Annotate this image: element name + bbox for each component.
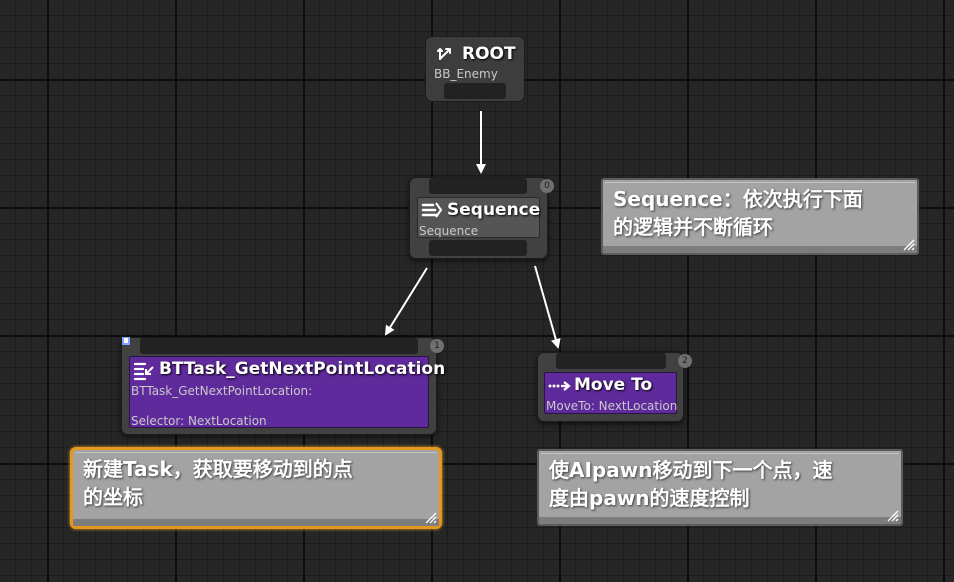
move-to-input-pin[interactable] bbox=[556, 353, 666, 369]
comment-sequence-text: Sequence：依次执行下面 的逻辑并不断循环 bbox=[613, 187, 863, 239]
link-sequence-to-moveto bbox=[534, 265, 561, 349]
move-to-title: Move To bbox=[574, 375, 653, 395]
comment-sequence[interactable]: Sequence：依次执行下面 的逻辑并不断循环 bbox=[601, 178, 919, 255]
task-selector-label: Selector: NextLocation bbox=[131, 414, 267, 428]
behavior-tree-graph-canvas[interactable]: ROOT BB_Enemy 0 Sequence Sequence Sequen… bbox=[0, 0, 954, 582]
sequence-execution-order-badge: 0 bbox=[540, 179, 554, 193]
sequence-subtitle: Sequence bbox=[419, 224, 479, 238]
task-node-body: BTTask_GetNextPointLocation BTTask_GetNe… bbox=[129, 356, 445, 428]
sequence-node[interactable]: 0 Sequence Sequence bbox=[409, 177, 554, 259]
root-title: ROOT bbox=[462, 44, 516, 64]
sequence-title: Sequence bbox=[447, 200, 541, 220]
sequence-node-body: Sequence Sequence bbox=[417, 197, 540, 238]
blueprint-marker-icon bbox=[122, 337, 130, 345]
move-to-node-body: Move To MoveTo: NextLocation bbox=[544, 372, 677, 414]
link-sequence-to-task bbox=[384, 267, 428, 336]
move-to-node[interactable]: 2 Move To MoveTo: NextLocation bbox=[537, 352, 692, 422]
move-to-subtitle: MoveTo: NextLocation bbox=[546, 399, 678, 413]
task-subtitle: BTTask_GetNextPointLocation: bbox=[131, 384, 313, 398]
root-branch-icon bbox=[437, 48, 451, 60]
sequence-icon bbox=[421, 202, 443, 218]
comment-move-to-text: 使AIpawn移动到下一个点，速 度由pawn的速度控制 bbox=[549, 458, 833, 510]
resize-grip-icon[interactable] bbox=[425, 512, 437, 524]
move-to-icon bbox=[548, 381, 571, 391]
task-icon bbox=[133, 362, 154, 381]
resize-grip-icon[interactable] bbox=[887, 510, 899, 522]
comment-footer bbox=[73, 519, 439, 526]
root-node[interactable]: ROOT BB_Enemy bbox=[425, 36, 525, 102]
comment-new-task-text: 新建Task，获取要移动到的点 的坐标 bbox=[83, 457, 353, 509]
sequence-input-pin[interactable] bbox=[429, 178, 527, 194]
comment-footer bbox=[539, 517, 901, 524]
comment-footer bbox=[603, 246, 917, 253]
move-to-execution-order-badge: 2 bbox=[678, 354, 692, 368]
comment-new-task[interactable]: 新建Task，获取要移动到的点 的坐标 bbox=[70, 447, 442, 529]
task-get-next-point-node[interactable]: 1 BTTask_GetNextPointLocation BTTask_Get… bbox=[121, 337, 445, 435]
root-output-pin[interactable] bbox=[444, 83, 506, 99]
root-blackboard-label: BB_Enemy bbox=[434, 67, 498, 81]
task-input-pin[interactable] bbox=[140, 338, 418, 354]
task-execution-order-badge: 1 bbox=[430, 339, 444, 353]
sequence-output-pin[interactable] bbox=[429, 240, 527, 256]
comment-move-to[interactable]: 使AIpawn移动到下一个点，速 度由pawn的速度控制 bbox=[537, 449, 903, 526]
resize-grip-icon[interactable] bbox=[903, 239, 915, 251]
task-title: BTTask_GetNextPointLocation bbox=[159, 359, 446, 379]
